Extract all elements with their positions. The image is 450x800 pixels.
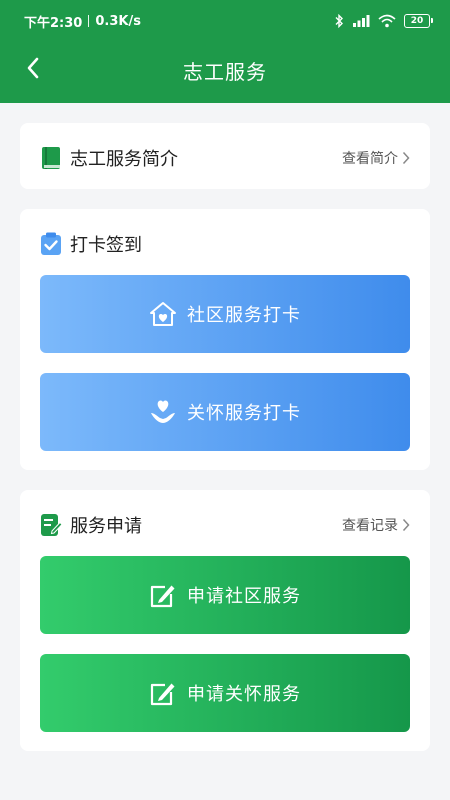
edit-icon — [150, 585, 175, 608]
view-records-link[interactable]: 查看记录 — [342, 515, 410, 535]
hand-heart-icon — [151, 400, 175, 423]
intro-title: 志工服务简介 — [70, 149, 178, 170]
view-intro-label: 查看简介 — [342, 151, 398, 167]
apply-care-button[interactable]: 申请关怀服务 — [40, 654, 410, 732]
community-checkin-label: 社区服务打卡 — [187, 305, 301, 326]
chevron-right-icon — [402, 518, 410, 532]
apply-title: 服务申请 — [70, 516, 142, 537]
chevron-right-icon — [402, 151, 410, 165]
status-divider — [88, 15, 90, 27]
status-bar: 下午2:30 0.3K/s 20 — [24, 10, 433, 32]
status-time: 下午2:30 — [24, 15, 83, 31]
apply-community-label: 申请社区服务 — [187, 586, 301, 607]
signal-icon — [353, 15, 370, 27]
view-records-label: 查看记录 — [342, 518, 398, 534]
edit-icon — [150, 683, 175, 706]
battery-level: 20 — [410, 16, 424, 26]
intro-card: 志工服务简介 查看简介 — [20, 123, 430, 189]
battery-icon: 20 — [404, 14, 433, 28]
app-header: 下午2:30 0.3K/s 20 志工服务 — [0, 0, 450, 103]
book-icon — [42, 147, 60, 169]
apply-care-label: 申请关怀服务 — [187, 684, 301, 705]
checkin-card: 打卡签到 社区服务打卡 关怀服务打卡 — [20, 209, 430, 470]
care-checkin-label: 关怀服务打卡 — [187, 403, 301, 424]
page-title: 志工服务 — [183, 60, 267, 84]
view-intro-link[interactable]: 查看简介 — [342, 148, 410, 168]
checkin-title: 打卡签到 — [70, 235, 142, 256]
wifi-icon — [378, 14, 396, 28]
clipboard-check-icon — [41, 232, 61, 255]
house-heart-icon — [150, 302, 176, 326]
apply-card: 服务申请 查看记录 申请社区服务 申请关怀服务 — [20, 490, 430, 751]
care-checkin-button[interactable]: 关怀服务打卡 — [40, 373, 410, 451]
bluetooth-icon — [335, 14, 343, 28]
network-speed: 0.3K/s — [95, 13, 141, 29]
community-checkin-button[interactable]: 社区服务打卡 — [40, 275, 410, 353]
form-edit-icon — [41, 514, 62, 536]
apply-community-button[interactable]: 申请社区服务 — [40, 556, 410, 634]
